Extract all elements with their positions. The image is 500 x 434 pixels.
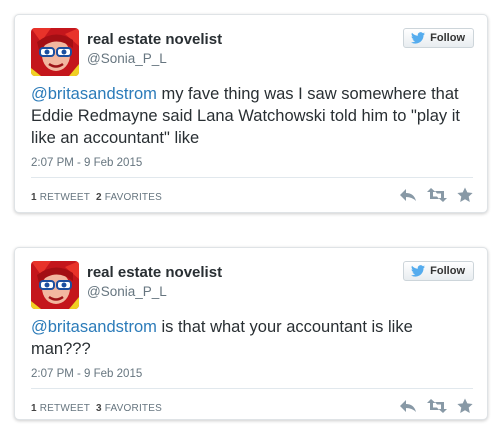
follow-label: Follow bbox=[430, 265, 465, 277]
favorite-stat-label: FAVORITES bbox=[104, 403, 162, 414]
timestamp[interactable]: 2:07 PM - 9 Feb 2015 bbox=[31, 368, 142, 380]
timestamp[interactable]: 2:07 PM - 9 Feb 2015 bbox=[31, 157, 142, 169]
tweet-actions bbox=[399, 187, 473, 203]
favorite-icon[interactable] bbox=[457, 398, 473, 414]
retweet-stat[interactable]: 1 RETWEET bbox=[31, 403, 90, 414]
retweet-icon[interactable] bbox=[427, 398, 447, 414]
favorite-icon[interactable] bbox=[457, 187, 473, 203]
display-name[interactable]: real estate novelist bbox=[87, 31, 222, 48]
divider bbox=[31, 388, 473, 389]
follow-label: Follow bbox=[430, 32, 465, 44]
screen-name[interactable]: @Sonia_P_L bbox=[87, 51, 167, 66]
tweet-text: @britasandstrom is that what your accoun… bbox=[31, 316, 473, 360]
tweet-card: real estate novelist @Sonia_P_L Follow @… bbox=[14, 247, 488, 420]
tweet-card: real estate novelist @Sonia_P_L Follow @… bbox=[14, 14, 488, 213]
retweet-stat-label: RETWEET bbox=[39, 192, 91, 203]
mention-link[interactable]: @britasandstrom bbox=[31, 318, 157, 336]
tweet-stats: 1 RETWEET 3 FAVORITES bbox=[31, 403, 162, 414]
retweet-count: 1 bbox=[31, 192, 37, 203]
favorite-stat[interactable]: 2 FAVORITES bbox=[96, 192, 162, 203]
tweet-stats: 1 RETWEET 2 FAVORITES bbox=[31, 192, 162, 203]
retweet-count: 1 bbox=[31, 403, 37, 414]
favorite-count: 3 bbox=[96, 403, 102, 414]
follow-button[interactable]: Follow bbox=[403, 28, 474, 48]
favorite-stat-label: FAVORITES bbox=[104, 192, 162, 203]
twitter-bird-icon bbox=[411, 32, 426, 44]
tweet-text: @britasandstrom my fave thing was I saw … bbox=[31, 83, 473, 149]
mention-link[interactable]: @britasandstrom bbox=[31, 85, 157, 103]
favorite-stat[interactable]: 3 FAVORITES bbox=[96, 403, 162, 414]
divider bbox=[31, 177, 473, 178]
avatar[interactable] bbox=[31, 28, 79, 76]
twitter-bird-icon bbox=[411, 265, 426, 277]
retweet-stat[interactable]: 1 RETWEET bbox=[31, 192, 90, 203]
reply-icon[interactable] bbox=[399, 187, 417, 203]
tweet-actions bbox=[399, 398, 473, 414]
favorite-count: 2 bbox=[96, 192, 102, 203]
reply-icon[interactable] bbox=[399, 398, 417, 414]
display-name[interactable]: real estate novelist bbox=[87, 264, 222, 281]
follow-button[interactable]: Follow bbox=[403, 261, 474, 281]
retweet-stat-label: RETWEET bbox=[39, 403, 91, 414]
avatar[interactable] bbox=[31, 261, 79, 309]
screen-name[interactable]: @Sonia_P_L bbox=[87, 284, 167, 299]
retweet-icon[interactable] bbox=[427, 187, 447, 203]
